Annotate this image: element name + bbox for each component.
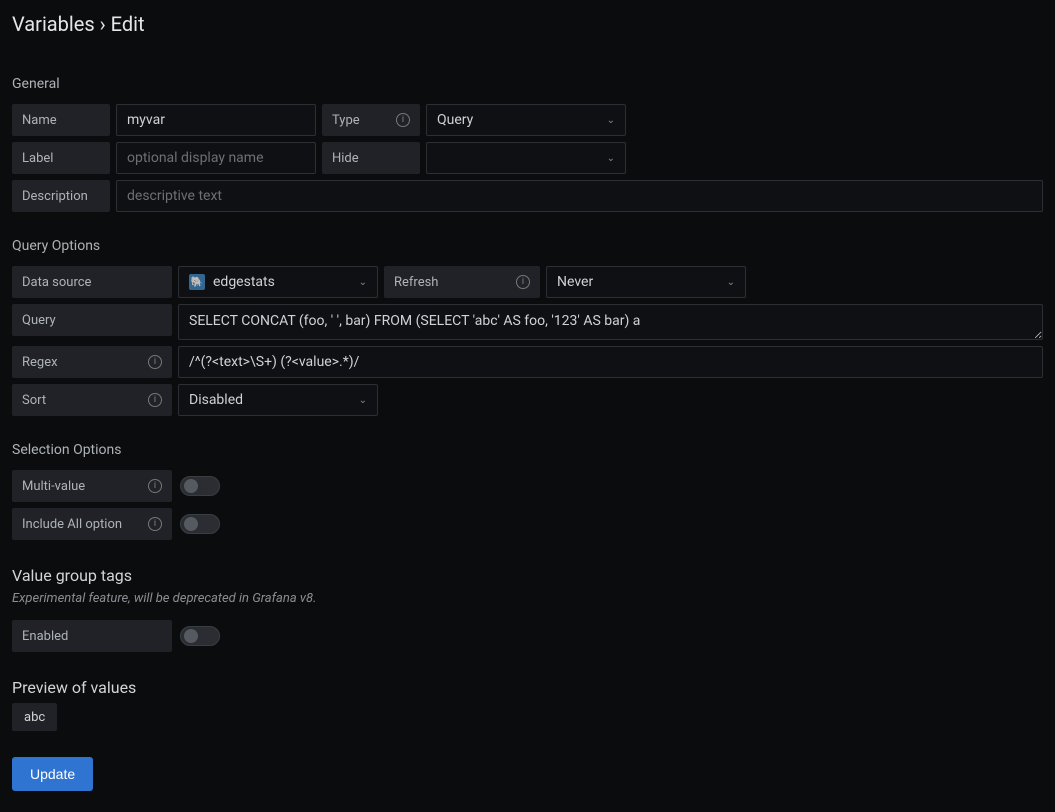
page-title: Variables › Edit <box>12 12 1043 36</box>
section-query-options-title: Query Options <box>12 238 1043 254</box>
postgres-icon: 🐘 <box>189 274 205 290</box>
regex-label: Regex i <box>12 346 172 378</box>
name-label: Name <box>12 104 110 136</box>
chevron-down-icon: ⌄ <box>359 395 367 406</box>
hide-select[interactable]: ⌄ <box>426 142 626 174</box>
vgt-enabled-toggle[interactable] <box>180 626 220 646</box>
info-icon[interactable]: i <box>148 393 162 407</box>
value-group-tags-hint: Experimental feature, will be deprecated… <box>12 591 1043 606</box>
data-source-select[interactable]: 🐘 edgestats ⌄ <box>178 266 378 298</box>
name-input[interactable] <box>116 104 316 136</box>
type-label: Type i <box>322 104 420 136</box>
info-icon[interactable]: i <box>396 113 410 127</box>
data-source-label: Data source <box>12 266 172 298</box>
chevron-down-icon: ⌄ <box>607 115 615 126</box>
multi-value-label: Multi-value i <box>12 470 172 502</box>
include-all-toggle[interactable] <box>180 514 220 534</box>
multi-value-toggle[interactable] <box>180 476 220 496</box>
section-query-options: Query Options Data source 🐘 edgestats ⌄ … <box>12 238 1043 416</box>
chevron-down-icon: ⌄ <box>727 277 735 288</box>
query-input[interactable] <box>178 304 1043 340</box>
sort-select[interactable]: Disabled ⌄ <box>178 384 378 416</box>
include-all-label: Include All option i <box>12 508 172 540</box>
hide-label: Hide <box>322 142 420 174</box>
description-label: Description <box>12 180 110 212</box>
info-icon[interactable]: i <box>148 479 162 493</box>
chevron-down-icon: ⌄ <box>359 277 367 288</box>
vgt-enabled-label: Enabled <box>12 620 172 652</box>
description-input[interactable] <box>116 180 1043 212</box>
info-icon[interactable]: i <box>148 355 162 369</box>
refresh-label: Refresh i <box>384 266 540 298</box>
section-selection-options: Selection Options Multi-value i Include … <box>12 442 1043 540</box>
section-value-group-tags-title: Value group tags <box>12 566 1043 585</box>
refresh-select[interactable]: Never ⌄ <box>546 266 746 298</box>
query-label: Query <box>12 304 172 336</box>
chevron-down-icon: ⌄ <box>607 153 615 164</box>
section-general: General Name Type i Query ⌄ Label Hide ⌄… <box>12 76 1043 212</box>
breadcrumb-current: Edit <box>111 12 145 36</box>
breadcrumb-sep: › <box>95 12 111 36</box>
regex-input[interactable] <box>178 346 1043 378</box>
section-general-title: General <box>12 76 1043 92</box>
label-input[interactable] <box>116 142 316 174</box>
info-icon[interactable]: i <box>516 275 530 289</box>
breadcrumb-root: Variables <box>12 12 95 36</box>
sort-label: Sort i <box>12 384 172 416</box>
update-button[interactable]: Update <box>12 757 93 791</box>
label-label: Label <box>12 142 110 174</box>
type-select[interactable]: Query ⌄ <box>426 104 626 136</box>
info-icon[interactable]: i <box>148 517 162 531</box>
preview-value: abc <box>12 703 57 731</box>
section-value-group-tags: Value group tags Experimental feature, w… <box>12 566 1043 652</box>
section-preview-title: Preview of values <box>12 678 1043 697</box>
section-selection-options-title: Selection Options <box>12 442 1043 458</box>
section-preview: Preview of values abc <box>12 678 1043 731</box>
